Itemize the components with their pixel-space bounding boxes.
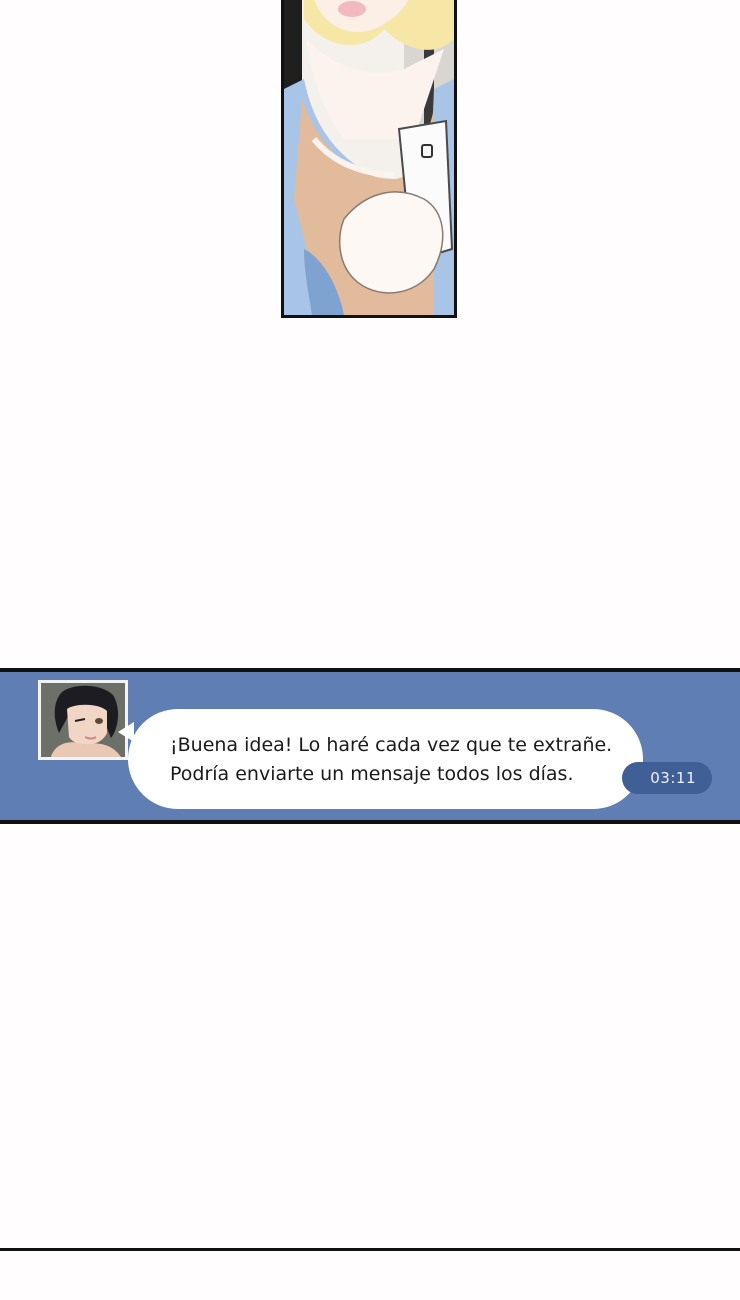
comic-panel xyxy=(281,0,457,318)
person-holding-phone-illustration xyxy=(284,0,454,315)
message-line-1: ¡Buena idea! Lo haré cada vez que te ext… xyxy=(170,734,613,756)
message-line-2: Podría enviarte un mensaje todos los día… xyxy=(170,763,574,785)
webtoon-page: ¡Buena idea! Lo haré cada vez que te ext… xyxy=(0,0,740,1300)
panel-divider xyxy=(0,1248,740,1251)
message-bubble[interactable]: ¡Buena idea! Lo haré cada vez que te ext… xyxy=(128,709,643,809)
chat-strip: ¡Buena idea! Lo haré cada vez que te ext… xyxy=(0,668,740,824)
timestamp-badge: 03:11 xyxy=(622,762,712,794)
winking-man-avatar-icon[interactable] xyxy=(38,680,128,760)
